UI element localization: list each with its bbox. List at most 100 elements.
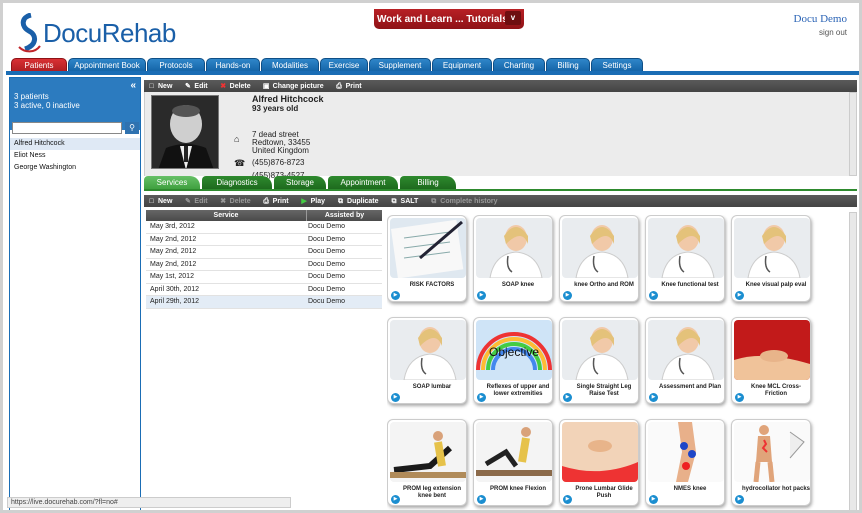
exercise-thumbnail: Objective	[476, 320, 552, 380]
exercise-tile-label: Single Straight Leg Raise Test	[576, 384, 632, 397]
patient-toolbar: □ New ✎ Edit ✖ Delete ▣ Change picture ⎙ Prin…	[144, 80, 857, 92]
exercise-tile-label: Knee MCL Cross-Friction	[751, 384, 801, 397]
tab-services[interactable]: Services	[144, 176, 200, 189]
new-patient-button[interactable]: □ New	[148, 83, 172, 90]
table-row[interactable]: May 2nd, 2012 Docu Demo	[146, 234, 382, 246]
main-panel: □ New ✎ Edit ✖ Delete ▣ Change picture ⎙ Prin…	[144, 80, 857, 510]
print-service-button[interactable]: ⎙ Print	[263, 198, 288, 205]
exercise-tile[interactable]: ▶ SOAP knee	[473, 215, 553, 302]
patient-active-count: 3 active, 0 inactive	[14, 101, 80, 110]
table-row[interactable]: April 29th, 2012 Docu Demo	[146, 296, 382, 309]
exercise-thumbnail	[562, 422, 638, 482]
exercise-tile[interactable]: ▶ NMES knee	[645, 419, 725, 506]
exercise-tile[interactable]: ▶ knee Ortho and ROM	[559, 215, 639, 302]
patient-item-eliot-ness[interactable]: Eliot Ness	[10, 150, 140, 162]
table-row[interactable]: May 1st, 2012 Docu Demo	[146, 271, 382, 284]
sub-tabs-underline	[144, 189, 857, 191]
exercise-tile[interactable]: ▶ Single Straight Leg Raise Test	[559, 317, 639, 404]
edit-patient-button[interactable]: ✎ Edit	[184, 83, 208, 90]
tab-modalities[interactable]: Modalities	[261, 58, 319, 72]
play-icon[interactable]: ▶	[649, 393, 658, 402]
exercise-tile[interactable]: ▶ Knee functional test	[645, 215, 725, 302]
exercise-thumbnail	[390, 320, 466, 380]
column-header-assisted-by[interactable]: Assisted by	[306, 210, 382, 221]
tab-exercise[interactable]: Exercise	[320, 58, 368, 72]
play-icon[interactable]: ▶	[391, 393, 400, 402]
exercise-tile[interactable]: ▶ Prone Lumbar Glide Push	[559, 419, 639, 506]
exercise-tile[interactable]: ▶ PROM knee Flexion	[473, 419, 553, 506]
service-table: Service Assisted by May 3rd, 2012 Docu De…	[146, 210, 382, 309]
tab-sub-billing[interactable]: Billing	[400, 176, 456, 189]
play-icon[interactable]: ▶	[735, 291, 744, 300]
new-service-button[interactable]: □ New	[148, 198, 172, 205]
delete-patient-button[interactable]: ✖ Delete	[220, 83, 250, 90]
tab-protocols[interactable]: Protocols	[147, 58, 205, 72]
exercise-tile[interactable]: ▶ SOAP lumbar	[387, 317, 467, 404]
search-icon[interactable]: ⚲	[125, 122, 139, 134]
exercise-tile[interactable]: ▶ RISK FACTORS	[387, 215, 467, 302]
patient-item-alfred-hitchcock[interactable]: Alfred Hitchcock	[10, 138, 140, 150]
tab-patients[interactable]: Patients	[11, 58, 67, 72]
table-row[interactable]: April 30th, 2012 Docu Demo	[146, 284, 382, 296]
exercise-thumbnail	[476, 422, 552, 482]
print-patient-button[interactable]: ⎙ Print	[336, 83, 361, 90]
docurehab-logo[interactable]: DocuRehab	[17, 13, 176, 53]
info-scrollbar[interactable]	[849, 92, 857, 176]
change-picture-button[interactable]: ▣ Change picture	[263, 83, 324, 90]
phone-icon: ☎	[234, 158, 246, 168]
tutorials-dropdown[interactable]: Work and Learn ... Tutorials v	[374, 9, 524, 29]
exercise-tile[interactable]: ▶ Assessment and Plan	[645, 317, 725, 404]
tab-settings[interactable]: Settings	[591, 58, 643, 72]
patient-search-input[interactable]	[12, 122, 122, 134]
table-row[interactable]: May 2nd, 2012 Docu Demo	[146, 246, 382, 259]
user-name[interactable]: Docu Demo	[794, 13, 847, 25]
play-icon[interactable]: ▶	[477, 291, 486, 300]
tab-appointment-book[interactable]: Appointment Book	[68, 58, 146, 72]
tab-hands-on[interactable]: Hands-on	[206, 58, 260, 72]
sign-out-link[interactable]: sign out	[794, 28, 847, 37]
delete-service-button[interactable]: ✖ Delete	[220, 197, 250, 205]
delete-icon: ✖	[220, 197, 227, 205]
complete-history-button[interactable]: ⧉ Complete history	[430, 198, 497, 205]
tab-billing[interactable]: Billing	[546, 58, 590, 72]
objective-text: Objective	[489, 345, 539, 359]
tab-charting[interactable]: Charting	[493, 58, 545, 72]
exercise-tiles-grid: ▶ RISK FACTORS ▶ SOAP knee ▶ knee Ortho and R…	[387, 215, 847, 510]
exercise-tile[interactable]: Objective ▶ Reflexes of upper and lower ex…	[473, 317, 553, 404]
edit-service-button[interactable]: ✎ Edit	[184, 198, 208, 205]
table-row[interactable]: May 2nd, 2012 Docu Demo	[146, 259, 382, 271]
patient-sub-tabs: Services Diagnostics Storage Appointment…	[144, 176, 458, 190]
play-icon[interactable]: ▶	[649, 495, 658, 504]
collapse-icon[interactable]: «	[130, 80, 136, 91]
tab-supplement[interactable]: Supplement	[369, 58, 431, 72]
play-icon[interactable]: ▶	[735, 495, 744, 504]
service-table-header: Service Assisted by	[146, 210, 382, 221]
tiles-scrollbar[interactable]	[849, 212, 857, 510]
salt-icon: ⧉	[391, 197, 397, 205]
play-icon[interactable]: ▶	[563, 291, 572, 300]
column-header-service[interactable]: Service	[146, 210, 306, 221]
table-row[interactable]: May 3rd, 2012 Docu Demo	[146, 221, 382, 234]
exercise-tile[interactable]: ▶ PROM leg extension knee bent	[387, 419, 467, 506]
patient-item-george-washington[interactable]: George Washington	[10, 162, 140, 174]
exercise-tile[interactable]: ▶ Knee MCL Cross-Friction	[731, 317, 811, 404]
patient-age: 93 years old	[252, 104, 299, 113]
play-icon[interactable]: ▶	[391, 291, 400, 300]
tab-diagnostics[interactable]: Diagnostics	[202, 176, 272, 189]
service-toolbar: □ New ✎ Edit ✖ Delete ⎙ Print ▶ Play ⧉ Duplica…	[144, 195, 857, 207]
exercise-tile[interactable]: ▶ Knee visual palp eval	[731, 215, 811, 302]
sidebar-header: « 3 patients 3 active, 0 inactive ⚲	[10, 78, 140, 134]
exercise-tile[interactable]: ▶ hydrocollator hot packs	[731, 419, 811, 506]
duplicate-button[interactable]: ⧉ Duplicate	[337, 198, 379, 205]
play-icon[interactable]: ▶	[477, 495, 486, 504]
play-icon[interactable]: ▶	[649, 291, 658, 300]
logo-icon	[18, 13, 41, 53]
tab-equipment[interactable]: Equipment	[432, 58, 492, 72]
play-button[interactable]: ▶ Play	[301, 198, 325, 205]
exercise-tile-label: Reflexes of upper and lower extremities	[486, 384, 550, 397]
tab-appointment[interactable]: Appointment	[328, 176, 398, 189]
chevron-down-icon[interactable]: v	[505, 11, 521, 25]
tab-storage[interactable]: Storage	[274, 176, 326, 189]
salt-button[interactable]: ⧉ SALT	[391, 198, 419, 205]
picture-icon: ▣	[262, 82, 270, 90]
